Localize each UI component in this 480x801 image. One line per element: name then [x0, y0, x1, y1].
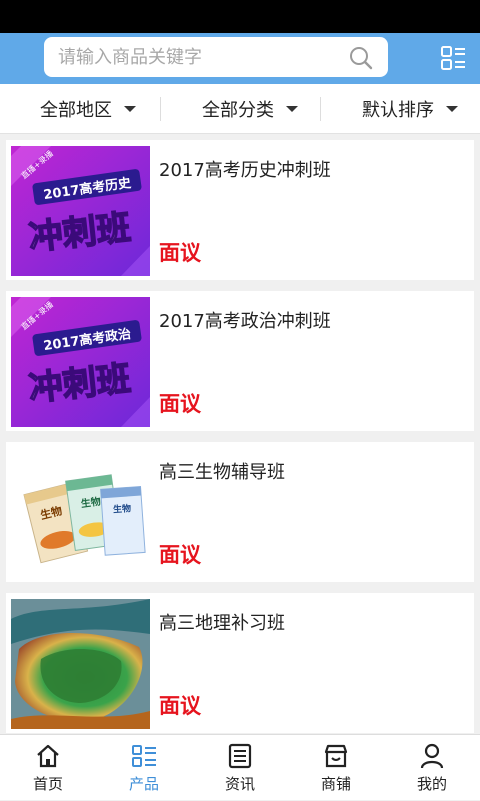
status-bar — [0, 0, 480, 33]
bottom-tab-bar: 首页 产品 资讯 商铺 我的 — [0, 734, 480, 800]
product-title: 高三生物辅导班 — [159, 462, 285, 483]
caret-down-icon — [286, 106, 298, 112]
tab-news[interactable]: 资讯 — [192, 735, 288, 801]
caret-down-icon — [446, 106, 458, 112]
header — [0, 33, 480, 84]
search-box[interactable] — [44, 37, 388, 77]
product-thumbnail — [11, 599, 150, 729]
filter-sort-label: 默认排序 — [362, 100, 434, 121]
search-input[interactable] — [58, 37, 338, 77]
product-card[interactable]: 2017高考政治 冲刺班 直播+录播 2017高考政治冲刺班 面议 — [6, 291, 474, 431]
filter-region[interactable]: 全部地区 — [40, 84, 136, 134]
tab-news-label: 资讯 — [224, 775, 255, 793]
home-icon — [37, 744, 59, 768]
filter-category[interactable]: 全部分类 — [202, 84, 298, 134]
news-icon — [228, 743, 252, 769]
products-icon — [132, 745, 156, 767]
product-title: 2017高考政治冲刺班 — [159, 311, 331, 332]
filter-divider — [320, 97, 321, 121]
filter-bar: 全部地区 全部分类 默认排序 — [0, 84, 480, 134]
product-thumbnail: 生物 生物 生物 — [11, 448, 150, 578]
product-card[interactable]: 2017高考历史 冲刺班 直播+录播 2017高考历史冲刺班 面议 — [6, 140, 474, 280]
product-card[interactable]: 生物 生物 生物 高三生物辅导班 面议 — [6, 442, 474, 582]
tab-shop[interactable]: 商铺 — [288, 735, 384, 801]
product-thumbnail: 2017高考历史 冲刺班 直播+录播 — [11, 146, 150, 276]
caret-down-icon — [124, 106, 136, 112]
tab-products[interactable]: 产品 — [96, 735, 192, 801]
tab-products-label: 产品 — [128, 775, 159, 793]
product-title: 高三地理补习班 — [159, 613, 285, 634]
product-thumbnail: 2017高考政治 冲刺班 直播+录播 — [11, 297, 150, 427]
tab-shop-label: 商铺 — [320, 775, 351, 793]
tab-home[interactable]: 首页 — [0, 735, 96, 801]
tab-mine[interactable]: 我的 — [384, 735, 480, 801]
filter-region-label: 全部地区 — [40, 100, 112, 121]
product-price: 面议 — [159, 543, 201, 567]
category-menu-icon[interactable] — [440, 45, 466, 71]
product-price: 面议 — [159, 694, 201, 718]
product-card[interactable]: 高三地理补习班 面议 — [6, 593, 474, 733]
filter-sort[interactable]: 默认排序 — [362, 84, 458, 134]
user-icon — [420, 743, 444, 769]
tab-home-label: 首页 — [32, 775, 63, 793]
product-price: 面议 — [159, 392, 201, 416]
search-icon[interactable] — [348, 45, 374, 71]
product-price: 面议 — [159, 241, 201, 265]
filter-divider — [160, 97, 161, 121]
shop-icon — [324, 744, 348, 768]
tab-mine-label: 我的 — [416, 775, 447, 793]
filter-category-label: 全部分类 — [202, 100, 274, 121]
product-title: 2017高考历史冲刺班 — [159, 160, 331, 181]
